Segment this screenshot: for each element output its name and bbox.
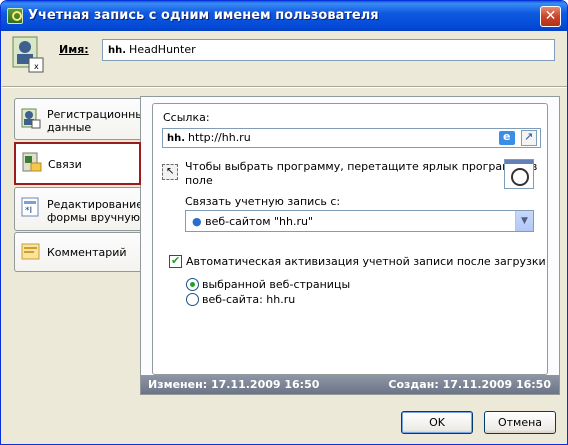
link-with-label: Связать учетную запись с: [185, 195, 341, 208]
autologin-checkbox[interactable] [169, 254, 182, 268]
tab-label: формы вручную [47, 211, 141, 224]
tab-links[interactable]: Связи [14, 142, 141, 185]
browser-icon[interactable] [499, 130, 515, 145]
radio-selected-page[interactable] [186, 278, 199, 291]
link-with-value-text: веб-сайтом "hh.ru" [205, 215, 314, 228]
created-date: Создан: 17.11.2009 16:50 [388, 378, 551, 391]
links-icon [22, 152, 42, 172]
comment-icon [21, 243, 40, 260]
hh-logo: hh. [108, 45, 127, 56]
dialog-window: Учетная запись с одним именем пользовате… [0, 0, 568, 445]
link-with-value: ● веб-сайтом "hh.ru" [192, 215, 313, 228]
hh-logo: hh. [167, 133, 186, 144]
url-input[interactable]: hh. http://hh.ru [162, 128, 541, 148]
tab-comment[interactable]: Комментарий [14, 232, 141, 272]
tab-label: Комментарий [47, 246, 127, 259]
form-edit-icon: *I [21, 197, 39, 217]
autologin-label: Автоматическая активизация учетной запис… [186, 255, 546, 268]
chevron-down-icon[interactable]: ▼ [515, 211, 533, 231]
modified-date: Изменен: 17.11.2009 16:50 [148, 378, 320, 391]
globe-icon: ● [192, 215, 202, 228]
name-value: HeadHunter [129, 43, 196, 56]
tab-label: Связи [48, 158, 82, 171]
radio-website-label: веб-сайта: hh.ru [202, 293, 296, 306]
svg-text:*I: *I [25, 206, 32, 216]
app-key-icon [7, 8, 23, 24]
name-input[interactable]: hh. HeadHunter [102, 39, 555, 61]
cancel-button[interactable]: Отмена [484, 411, 556, 434]
url-label: Ссылка: [163, 111, 210, 124]
status-bar: Изменен: 17.11.2009 16:50 Создан: 17.11.… [141, 375, 559, 394]
program-target-icon[interactable] [504, 159, 534, 189]
user-card-icon [21, 108, 41, 129]
url-value: http://hh.ru [188, 131, 251, 144]
radio-website[interactable] [186, 293, 199, 306]
drag-hint-line2: поле [185, 174, 213, 187]
title-bar[interactable]: Учетная запись с одним именем пользовате… [1, 1, 567, 31]
name-label: Имя: [59, 43, 89, 56]
shortcut-drag-icon[interactable] [162, 164, 178, 180]
ok-button[interactable]: OK [401, 411, 473, 434]
window-title: Учетная запись с одним именем пользовате… [28, 8, 379, 23]
close-button[interactable]: ✕ [540, 6, 561, 27]
drag-hint-line1: Чтобы выбрать программу, перетащите ярлы… [185, 160, 538, 173]
svg-text:x: x [34, 62, 39, 71]
radio-selected-page-label: выбранной веб-страницы [202, 278, 351, 291]
tab-label: данные [47, 121, 92, 134]
tab-manual-form-edit[interactable]: *I Редактирование формы вручную [14, 187, 143, 231]
tab-registration-data[interactable]: Регистрационные данные [14, 98, 151, 140]
tab-label: Редактирование [47, 198, 143, 211]
tab-label: Регистрационные [47, 108, 151, 121]
user-card-icon: x [12, 36, 44, 73]
link-with-select[interactable]: ● веб-сайтом "hh.ru" ▼ [185, 210, 534, 232]
open-link-icon[interactable] [521, 130, 537, 146]
header-divider-highlight [2, 87, 567, 88]
